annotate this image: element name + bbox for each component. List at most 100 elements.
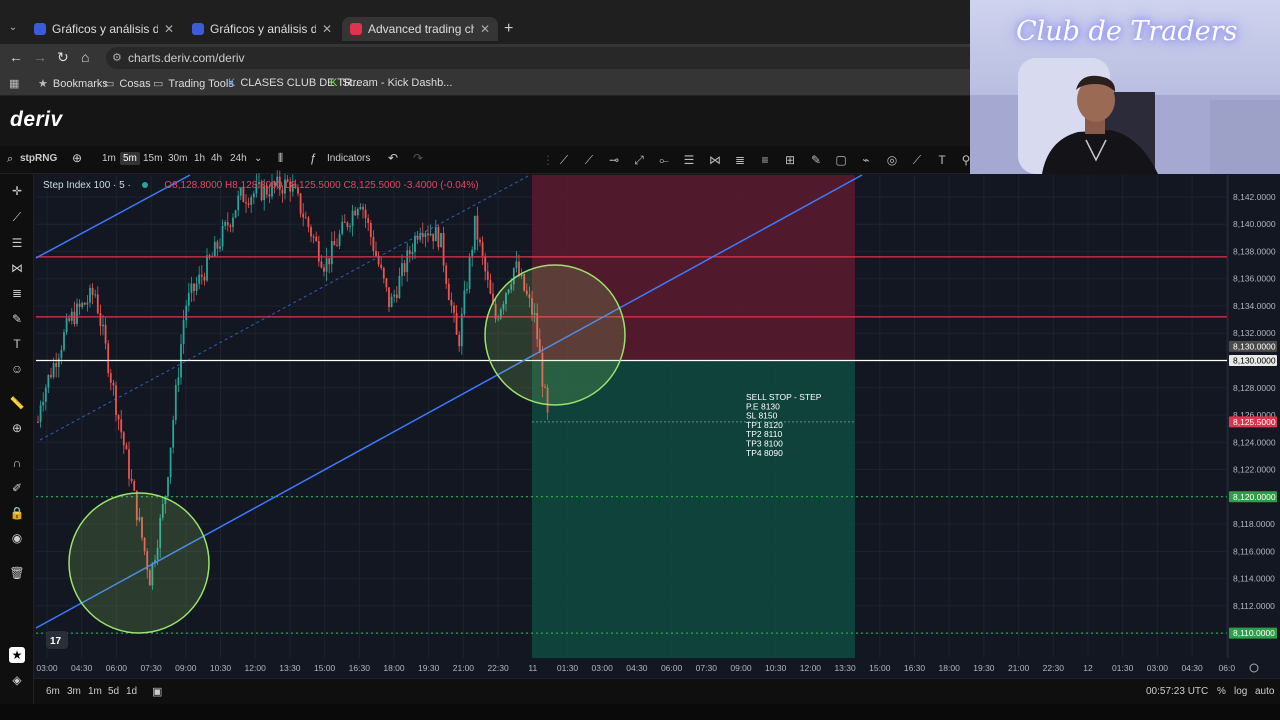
candle-body xyxy=(481,242,484,257)
candle-body xyxy=(390,296,393,308)
time-tick-label: 03:00 xyxy=(36,663,58,673)
time-tick-label: 16:30 xyxy=(904,663,926,673)
take-profit-zone xyxy=(532,360,855,658)
candle-body xyxy=(234,210,237,218)
time-tick-label: 04:30 xyxy=(626,663,648,673)
candle-body xyxy=(268,194,271,197)
candle-body xyxy=(213,241,216,256)
time-tick-label: 01:30 xyxy=(557,663,579,673)
candle-body xyxy=(200,274,203,277)
chart-legend: Step Index 100 · 5 · O8,128.8000 H8,128.… xyxy=(43,180,479,191)
candle-body xyxy=(473,215,476,250)
candle-body xyxy=(120,419,123,433)
candle-body xyxy=(455,312,458,335)
candle-body xyxy=(333,241,336,246)
candle-body xyxy=(359,206,362,209)
time-tick-label: 10:30 xyxy=(765,663,787,673)
candle-body xyxy=(50,375,52,378)
candle-body xyxy=(411,252,414,254)
highlight-circle-low[interactable] xyxy=(68,492,210,634)
candle-body xyxy=(385,278,388,288)
candle-body xyxy=(343,221,346,223)
candle-body xyxy=(307,217,310,228)
range-1d[interactable]: 1d xyxy=(126,686,137,697)
candle-body xyxy=(190,283,193,293)
time-tick-label: 03:00 xyxy=(1147,663,1169,673)
time-tick-label: 13:30 xyxy=(279,663,301,673)
candle-body xyxy=(463,290,466,314)
auto-toggle[interactable]: auto xyxy=(1255,686,1274,697)
candle-body xyxy=(395,294,398,298)
candle-body xyxy=(221,225,224,247)
candle-body xyxy=(424,233,427,237)
candle-body xyxy=(330,241,333,265)
candle-body xyxy=(177,377,180,385)
utc-clock[interactable]: 00:57:23 UTC xyxy=(1146,686,1208,697)
time-tick-label: 07:30 xyxy=(696,663,718,673)
candle-body xyxy=(169,447,172,478)
candle-body xyxy=(198,274,201,284)
candle-body xyxy=(245,202,247,204)
candle-body xyxy=(328,258,331,265)
time-tick-label: 03:00 xyxy=(592,663,614,673)
candle-body xyxy=(83,302,86,305)
time-tick-label: 22:30 xyxy=(1043,663,1065,673)
candle-body xyxy=(338,233,341,246)
chart-title: Step Index 100 · 5 · xyxy=(43,180,131,191)
candle-body xyxy=(429,233,432,236)
candle-body xyxy=(362,206,364,210)
candle-body xyxy=(37,421,39,423)
candle-body xyxy=(224,222,227,226)
candle-body xyxy=(219,246,221,249)
candle-body xyxy=(403,263,406,273)
candle-body xyxy=(447,283,450,301)
candle-body xyxy=(86,302,89,305)
time-tick-label: 04:30 xyxy=(1181,663,1203,673)
time-tick-label: 12 xyxy=(1083,663,1093,673)
price-label: 8,120.0000 xyxy=(1233,492,1276,502)
candle-body xyxy=(489,279,492,294)
highlight-circle-break[interactable] xyxy=(484,264,626,406)
range-6m[interactable]: 6m xyxy=(46,686,60,697)
candle-body xyxy=(354,210,357,216)
market-status-icon xyxy=(141,182,148,188)
candle-body xyxy=(479,239,481,243)
date-range-icon[interactable]: ▣ xyxy=(152,685,162,698)
candle-body xyxy=(206,255,208,281)
candle-body xyxy=(349,226,351,228)
time-tick-label: 04:30 xyxy=(71,663,93,673)
candle-body xyxy=(466,289,468,291)
range-1m[interactable]: 1m xyxy=(88,686,102,697)
price-label: 8,110.0000 xyxy=(1233,628,1275,638)
candle-body xyxy=(107,343,110,374)
price-label: 8,130.0000 xyxy=(1233,341,1276,351)
candle-body xyxy=(382,267,385,279)
price-tick-label: 8,134.0000 xyxy=(1233,301,1276,311)
time-tick-label: 18:00 xyxy=(939,663,961,673)
candle-body xyxy=(250,197,253,205)
price-label: 8,125.5000 xyxy=(1233,417,1276,427)
candle-body xyxy=(325,258,328,272)
log-toggle[interactable]: log xyxy=(1234,686,1247,697)
candle-body xyxy=(226,222,229,226)
candle-body xyxy=(252,193,255,198)
price-tick-label: 8,138.0000 xyxy=(1233,246,1276,256)
price-tick-label: 8,114.0000 xyxy=(1233,574,1275,584)
candle-body xyxy=(57,358,60,368)
candle-body xyxy=(216,241,219,249)
time-tick-label: 06:0 xyxy=(1219,663,1236,673)
candle-body xyxy=(442,233,445,266)
time-tick-label: 15:00 xyxy=(314,663,336,673)
candle-body xyxy=(182,320,185,345)
range-5d[interactable]: 5d xyxy=(108,686,119,697)
ohlc-values: O8,128.8000 H8,128.8000 L8,125.5000 C8,1… xyxy=(164,180,479,191)
range-3m[interactable]: 3m xyxy=(67,686,81,697)
time-tick-label: 12:00 xyxy=(245,663,267,673)
candle-body xyxy=(398,275,401,298)
candle-body xyxy=(380,264,383,268)
candle-body xyxy=(351,210,354,227)
annotation-text-line: TP4 8090 xyxy=(746,448,783,458)
percent-toggle[interactable]: % xyxy=(1217,686,1226,697)
candle-body xyxy=(304,217,307,219)
candle-body xyxy=(128,449,130,479)
